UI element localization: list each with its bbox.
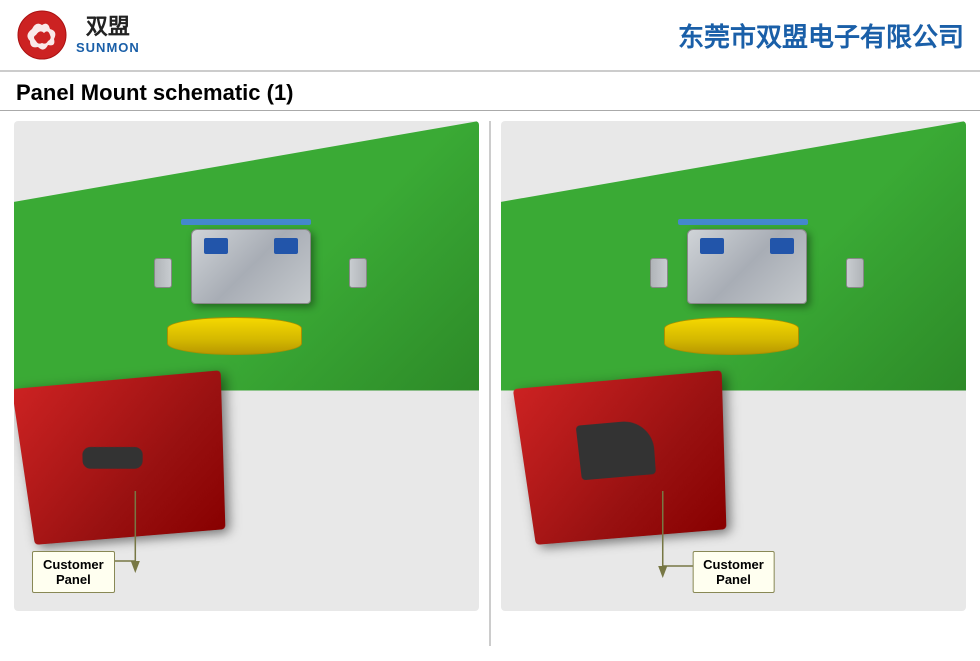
header: 双盟 SUNMON 东莞市双盟电子有限公司 xyxy=(0,0,980,72)
page-title-bar: Panel Mount schematic (1) xyxy=(0,72,980,111)
logo-text: 双盟 SUNMON xyxy=(76,15,140,54)
logo-area: 双盟 SUNMON xyxy=(16,9,140,61)
main-content: Customer Panel xyxy=(0,111,980,656)
left-diagram-panel: Customer Panel xyxy=(14,121,479,646)
connector-body-right xyxy=(687,229,807,304)
left-scene: Customer Panel xyxy=(14,121,479,611)
blue-stripe-right xyxy=(678,219,808,225)
callout-label-left: Customer Panel xyxy=(32,551,115,593)
red-panel-left xyxy=(14,371,226,546)
connector-tab-left xyxy=(154,258,172,288)
yellow-gasket-right xyxy=(664,317,799,355)
right-scene: Customer Panel xyxy=(501,121,966,611)
center-divider xyxy=(489,121,491,646)
red-panel-hole xyxy=(83,447,144,469)
red-panel-right xyxy=(513,371,727,546)
yellow-gasket-left xyxy=(167,317,302,355)
company-name: 东莞市双盟电子有限公司 xyxy=(678,17,964,54)
blue-stripe-left xyxy=(181,219,311,225)
connector-tab-right-right xyxy=(846,258,864,288)
callout-label-right: Customer Panel xyxy=(692,551,775,593)
logo-english: SUNMON xyxy=(76,40,140,55)
connector-body-left xyxy=(191,229,311,304)
logo-chinese: 双盟 xyxy=(86,15,130,39)
sunmon-logo-icon xyxy=(16,9,68,61)
connector-tab-right xyxy=(349,258,367,288)
connector-tab-right-left xyxy=(650,258,668,288)
page-title: Panel Mount schematic (1) xyxy=(16,80,294,105)
right-diagram-panel: Customer Panel xyxy=(501,121,966,646)
